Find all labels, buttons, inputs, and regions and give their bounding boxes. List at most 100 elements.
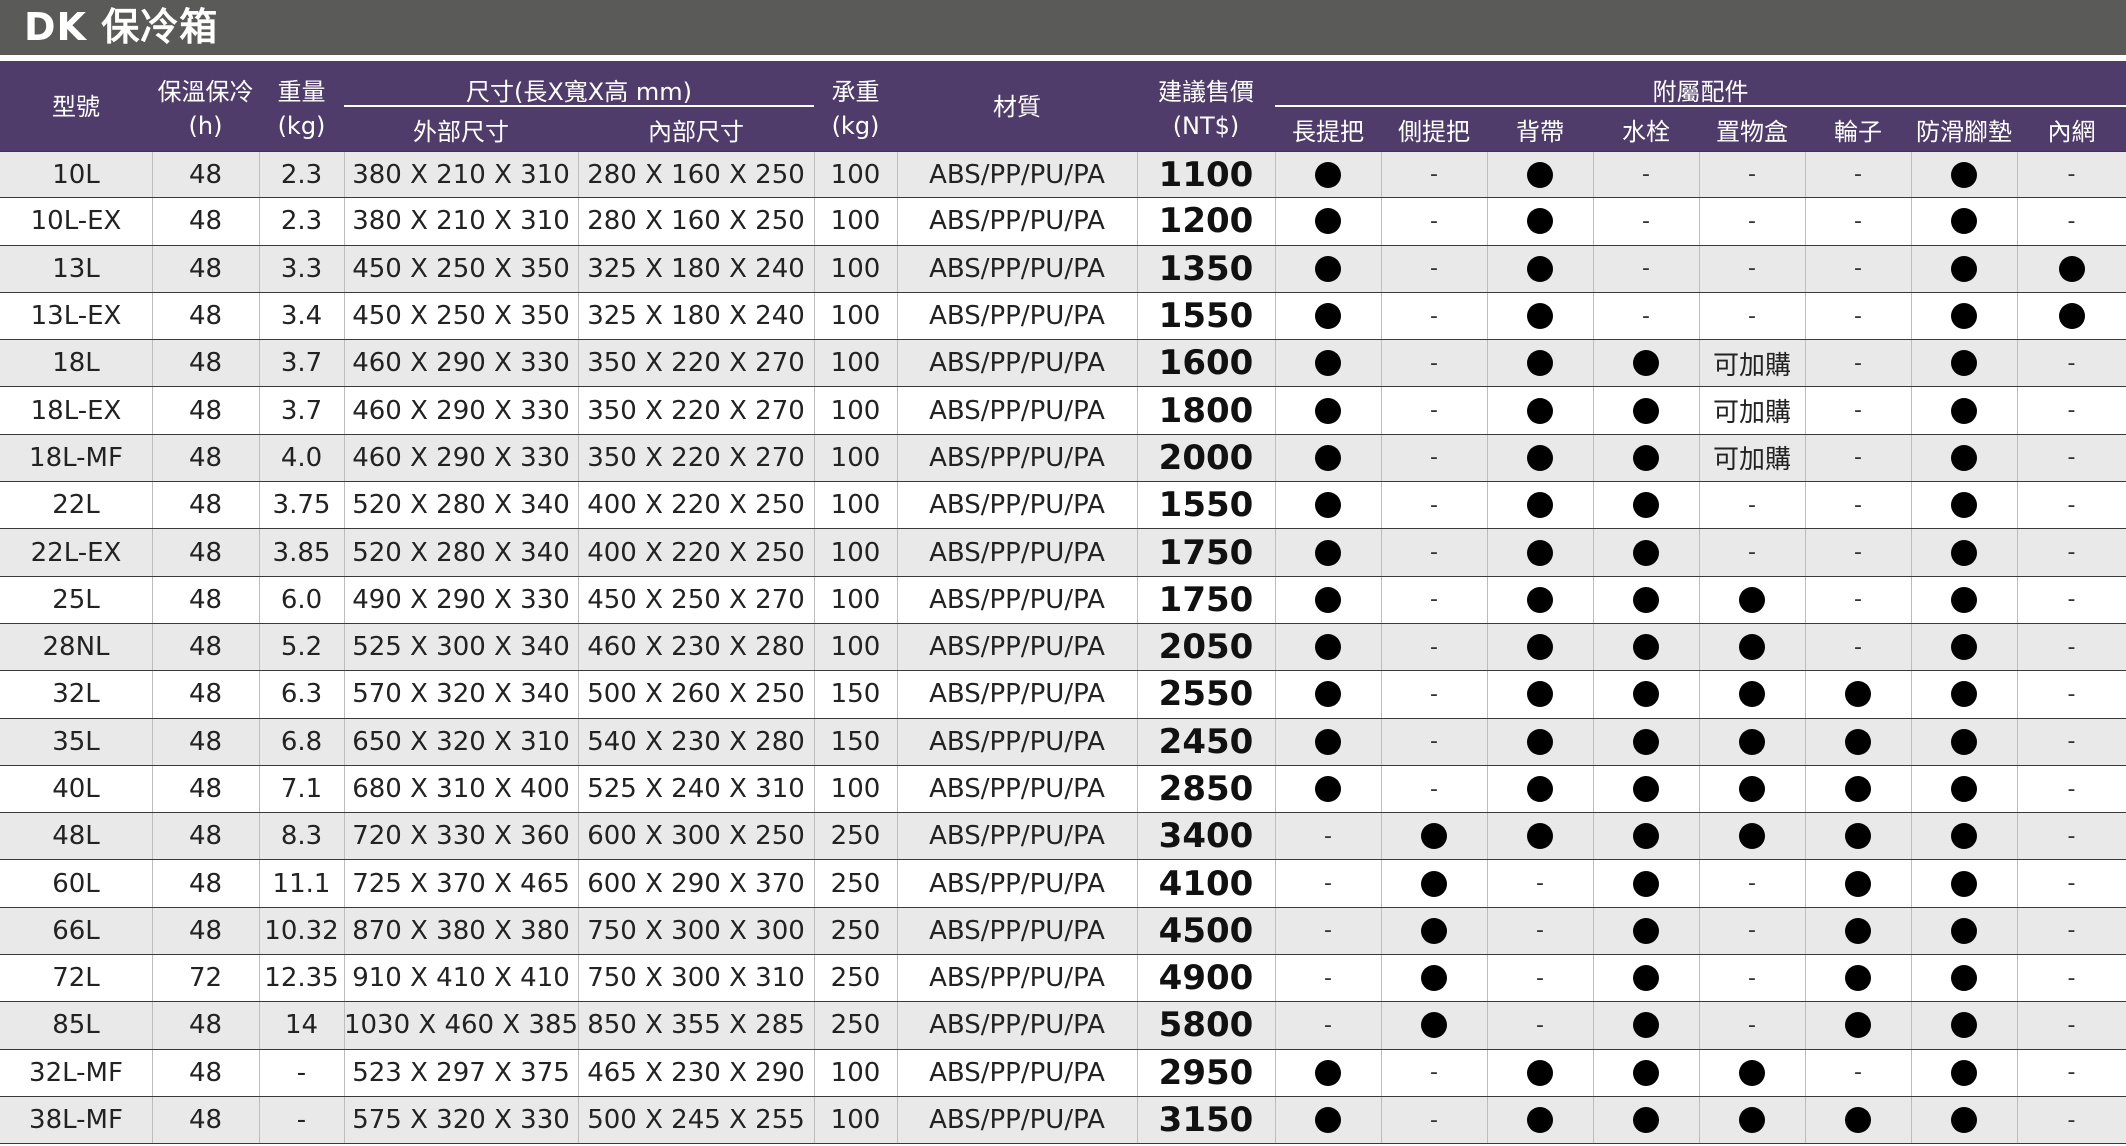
not-included-dash: -	[1748, 208, 1756, 234]
cell-acc-storage-box: 可加購	[1699, 387, 1805, 433]
not-included-dash: -	[2067, 823, 2076, 849]
cell-acc-drain: -	[1593, 293, 1699, 339]
included-dot-icon	[1315, 586, 1341, 613]
included-dot-icon	[2058, 303, 2085, 330]
table-row: 10L-EX 48 2.3 380 X 210 X 310 280 X 160 X 25…	[0, 198, 2126, 246]
included-dot-icon	[1421, 1012, 1447, 1039]
cell-acc-inner-net: -	[2017, 1002, 2126, 1048]
cell-acc-strap	[1487, 246, 1593, 292]
cell-acc-strap	[1487, 1050, 1593, 1096]
cell-acc-drain	[1593, 340, 1699, 386]
not-included-dash: -	[2067, 918, 2076, 944]
cell-weight: 3.75	[272, 490, 331, 521]
cell-acc-wheels: -	[1805, 387, 1911, 433]
cell-acc-storage-box: -	[1699, 293, 1805, 339]
included-dot-icon	[1845, 870, 1871, 897]
cell-outer: 460 X 290 X 330	[352, 348, 570, 379]
included-dot-icon	[1633, 492, 1659, 519]
not-included-dash: -	[1854, 398, 1862, 424]
included-dot-icon	[1951, 1107, 1977, 1134]
not-included-dash: -	[2067, 398, 2076, 424]
cell-acc-drain: -	[1593, 198, 1699, 244]
included-dot-icon	[1633, 1107, 1659, 1134]
cell-outer: 520 X 280 X 340	[352, 537, 570, 568]
cell-acc-long-handle	[1275, 482, 1381, 528]
cell-price: 4900	[1158, 958, 1254, 999]
cell-outer: 910 X 410 X 410	[352, 963, 570, 994]
cell-price: 3150	[1158, 1100, 1254, 1141]
cell-acc-long-handle	[1275, 246, 1381, 292]
included-dot-icon	[1739, 776, 1765, 802]
cell-price: 1550	[1158, 296, 1254, 337]
included-dot-icon	[1845, 917, 1871, 944]
not-included-dash: -	[1854, 445, 1862, 471]
cell-acc-inner-net: -	[2017, 152, 2126, 197]
cell-inner: 325 X 180 X 240	[587, 301, 805, 332]
cell-acc-storage-box: -	[1699, 482, 1805, 528]
cell-acc-feet	[1911, 529, 2017, 575]
cell-acc-feet	[1911, 387, 2017, 433]
cell-acc-long-handle	[1275, 435, 1381, 481]
header-price: 建議售價	[1158, 78, 1254, 106]
cell-price: 4500	[1158, 910, 1254, 951]
not-included-dash: -	[1642, 208, 1650, 234]
cell-acc-long-handle	[1275, 340, 1381, 386]
not-included-dash: -	[2067, 1012, 2076, 1038]
not-included-dash: -	[1854, 540, 1862, 566]
cell-acc-inner-net: -	[2017, 577, 2126, 623]
cell-acc-feet	[1911, 860, 2017, 906]
cell-load: 100	[830, 1105, 881, 1136]
included-dot-icon	[1315, 1107, 1341, 1134]
cell-acc-side-handle: -	[1381, 1097, 1487, 1143]
cell-acc-feet	[1911, 152, 2017, 197]
cell-acc-feet	[1911, 813, 2017, 859]
included-dot-icon	[1951, 965, 1977, 992]
cell-acc-inner-net	[2017, 246, 2126, 292]
not-included-dash: -	[1430, 445, 1438, 471]
cell-acc-feet	[1911, 246, 2017, 292]
cell-acc-inner-net: -	[2017, 1097, 2126, 1143]
table-row: 18L 48 3.7 460 X 290 X 330 350 X 220 X 270 10…	[0, 340, 2126, 388]
cell-acc-wheels: -	[1805, 529, 1911, 575]
not-included-dash: -	[1430, 492, 1438, 518]
cell-price: 2000	[1158, 437, 1254, 478]
header-acc-storage-box: 置物盒	[1716, 118, 1788, 146]
cell-acc-wheels: -	[1805, 1050, 1911, 1096]
cell-acc-drain	[1593, 482, 1699, 528]
cell-price: 1200	[1158, 201, 1254, 242]
cell-material: ABS/PP/PU/PA	[929, 868, 1105, 899]
cell-acc-drain	[1593, 624, 1699, 670]
not-included-dash: -	[2067, 681, 2076, 707]
included-dot-icon	[1315, 681, 1341, 708]
cell-hours: 48	[188, 821, 223, 852]
cell-model: 22L	[52, 490, 100, 521]
table-row: 35L 48 6.8 650 X 320 X 310 540 X 230 X 280 15…	[0, 718, 2126, 766]
not-included-dash: -	[1854, 492, 1862, 518]
cell-model: 38L-MF	[29, 1105, 123, 1136]
cell-price: 2550	[1158, 674, 1254, 715]
cell-acc-strap: -	[1487, 955, 1593, 1001]
included-dot-icon	[1633, 350, 1659, 377]
table-row: 38L-MF 48 - 575 X 320 X 330 500 X 245 X 255 1…	[0, 1096, 2126, 1145]
cell-acc-strap	[1487, 719, 1593, 765]
cell-price: 1100	[1158, 154, 1254, 195]
included-dot-icon	[1527, 586, 1553, 613]
cell-inner: 350 X 220 X 270	[587, 442, 805, 473]
not-included-dash: -	[1536, 965, 1544, 991]
table-row: 10L 48 2.3 380 X 210 X 310 280 X 160 X 250 10…	[0, 151, 2126, 199]
header-weight: 重量	[277, 78, 326, 106]
cell-acc-feet	[1911, 577, 2017, 623]
table-row: 72L 72 12.35 910 X 410 X 410 750 X 300 X 310…	[0, 955, 2126, 1003]
cell-price: 1800	[1158, 390, 1254, 431]
cell-acc-wheels: -	[1805, 293, 1911, 339]
included-dot-icon	[1315, 776, 1341, 802]
header-accessories: 附屬配件	[1652, 78, 1749, 106]
included-dot-icon	[1527, 728, 1553, 755]
cell-material: ABS/PP/PU/PA	[929, 206, 1105, 237]
not-included-dash: -	[2067, 871, 2076, 897]
cell-load: 250	[830, 1010, 881, 1041]
cell-acc-strap	[1487, 340, 1593, 386]
header-acc-strap: 背帶	[1516, 118, 1564, 146]
table-header: 型號 保溫保冷 (h) 重量 (kg) 尺寸(長X寬X高 mm) 外部尺寸 內部…	[0, 61, 2126, 151]
included-dot-icon	[1527, 397, 1553, 424]
